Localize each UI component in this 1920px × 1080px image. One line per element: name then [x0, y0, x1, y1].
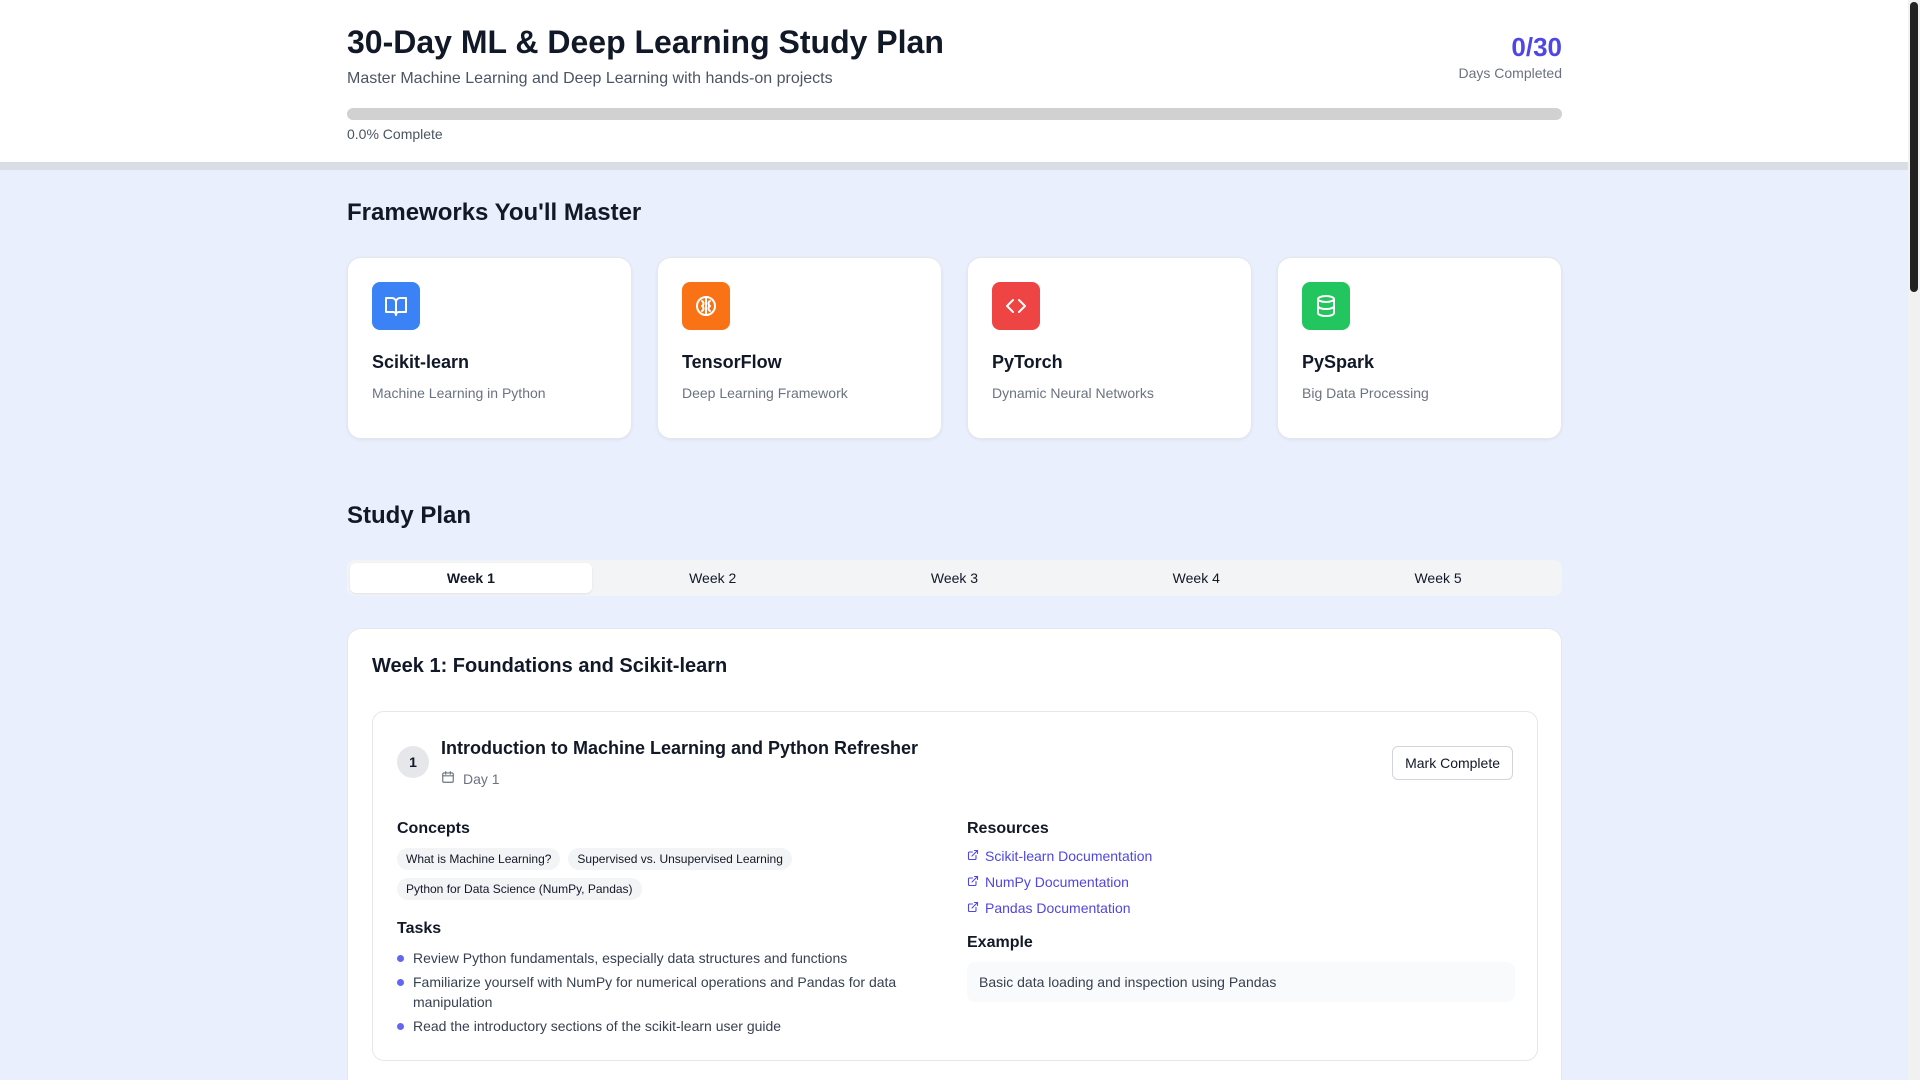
concepts-heading: Concepts — [397, 820, 470, 837]
week-title: Week 1: Foundations and Scikit-learn — [372, 655, 728, 677]
day-card: 1 Introduction to Machine Learning and P… — [372, 711, 1538, 1061]
tasks-list: Review Python fundamentals, especially d… — [397, 948, 947, 1036]
book-open-icon — [372, 282, 420, 330]
external-link-icon — [967, 848, 979, 864]
week-panel: Week 1: Foundations and Scikit-learn 1 I… — [347, 628, 1562, 1080]
page-title: 30-Day ML & Deep Learning Study Plan — [347, 24, 944, 60]
page-subtitle: Master Machine Learning and Deep Learnin… — [347, 70, 833, 87]
database-icon — [1302, 282, 1350, 330]
task-item: Familiarize yourself with NumPy for nume… — [397, 972, 947, 1012]
resource-link-label: Scikit-learn Documentation — [985, 848, 1153, 864]
day-title: Introduction to Machine Learning and Pyt… — [441, 738, 919, 758]
framework-description: Deep Learning Framework — [682, 385, 848, 401]
example-box: Basic data loading and inspection using … — [967, 962, 1515, 1002]
resource-link[interactable]: NumPy Documentation — [967, 874, 1515, 890]
day-number-badge: 1 — [397, 746, 429, 778]
study-plan-title: Study Plan — [347, 502, 472, 529]
page: 30-Day ML & Deep Learning Study Plan Mas… — [0, 0, 1908, 1080]
resource-link[interactable]: Pandas Documentation — [967, 900, 1515, 916]
framework-description: Machine Learning in Python — [372, 385, 546, 401]
resource-link[interactable]: Scikit-learn Documentation — [967, 848, 1515, 864]
frameworks-grid: Scikit-learn Machine Learning in Python … — [347, 257, 1562, 439]
brain-icon — [682, 282, 730, 330]
framework-card-scikit-learn: Scikit-learn Machine Learning in Python — [347, 257, 632, 439]
resource-link-label: NumPy Documentation — [985, 874, 1129, 890]
page-scrollbar[interactable] — [1908, 0, 1920, 1080]
concept-chip: Python for Data Science (NumPy, Pandas) — [397, 878, 642, 900]
tab-week-1[interactable]: Week 1 — [350, 563, 592, 593]
framework-name: PySpark — [1302, 352, 1375, 372]
header — [0, 0, 1908, 170]
task-item: Review Python fundamentals, especially d… — [397, 948, 947, 968]
scrollbar-thumb[interactable] — [1910, 2, 1918, 292]
framework-name: Scikit-learn — [372, 352, 470, 372]
days-completed-label: Days Completed — [1458, 65, 1563, 81]
resources-list: Scikit-learn Documentation NumPy Documen… — [967, 848, 1515, 916]
external-link-icon — [967, 874, 979, 890]
day-right-column: Resources Scikit-learn Documentation Num… — [967, 820, 1515, 1002]
frameworks-title: Frameworks You'll Master — [347, 199, 642, 226]
tab-week-5[interactable]: Week 5 — [1317, 563, 1559, 593]
mark-complete-button[interactable]: Mark Complete — [1392, 746, 1513, 780]
day-meta: Day 1 — [441, 770, 500, 787]
concept-chip: Supervised vs. Unsupervised Learning — [568, 848, 792, 870]
framework-description: Big Data Processing — [1302, 385, 1429, 401]
framework-description: Dynamic Neural Networks — [992, 385, 1154, 401]
tab-week-3[interactable]: Week 3 — [834, 563, 1076, 593]
progress-bar — [347, 108, 1562, 120]
days-completed-count: 0/30 — [1511, 32, 1562, 62]
framework-card-pytorch: PyTorch Dynamic Neural Networks — [967, 257, 1252, 439]
framework-name: PyTorch — [992, 352, 1063, 372]
resource-link-label: Pandas Documentation — [985, 900, 1131, 916]
task-item: Read the introductory sections of the sc… — [397, 1016, 947, 1036]
external-link-icon — [967, 900, 979, 916]
progress-label: 0.0% Complete — [347, 126, 443, 142]
week-tabs: Week 1 Week 2 Week 3 Week 4 Week 5 — [347, 560, 1562, 596]
tasks-heading: Tasks — [397, 920, 442, 937]
tab-week-4[interactable]: Week 4 — [1075, 563, 1317, 593]
framework-card-pyspark: PySpark Big Data Processing — [1277, 257, 1562, 439]
days-completed: 0/30 Days Completed — [1459, 32, 1563, 81]
day-left-column: Concepts What is Machine Learning? Super… — [397, 820, 947, 1040]
example-heading: Example — [967, 934, 1033, 951]
day-label: Day 1 — [463, 770, 500, 787]
framework-card-tensorflow: TensorFlow Deep Learning Framework — [657, 257, 942, 439]
calendar-icon — [441, 770, 455, 787]
code-icon — [992, 282, 1040, 330]
concepts-list: What is Machine Learning? Supervised vs.… — [397, 848, 947, 900]
resources-heading: Resources — [967, 820, 1049, 837]
concept-chip: What is Machine Learning? — [397, 848, 561, 870]
framework-name: TensorFlow — [682, 352, 782, 372]
tab-week-2[interactable]: Week 2 — [592, 563, 834, 593]
